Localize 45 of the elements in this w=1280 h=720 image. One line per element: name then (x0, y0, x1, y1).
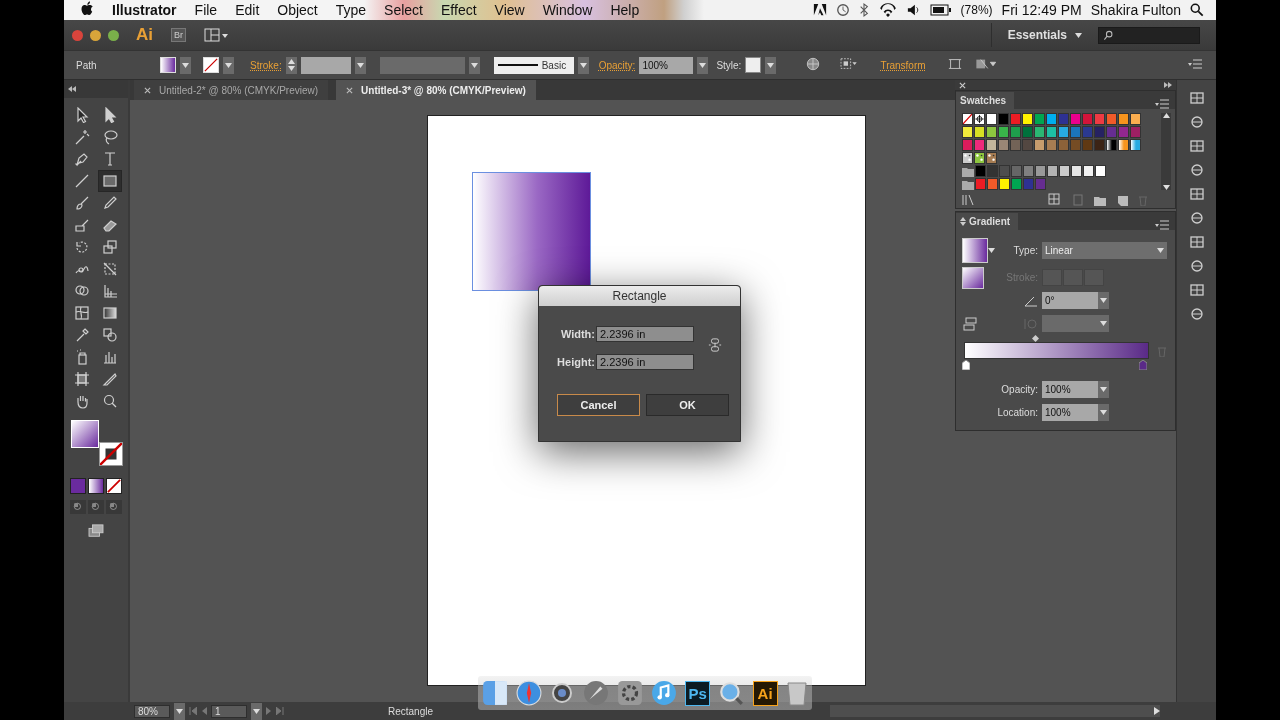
menu-item[interactable]: Type (326, 2, 376, 18)
opacity-field[interactable]: 100% (639, 56, 694, 74)
field-label: Width: (559, 328, 595, 340)
stroke-link[interactable]: Stroke: (250, 59, 282, 71)
menu-item[interactable]: Object (268, 2, 327, 18)
angle-field[interactable]: 0° (1042, 292, 1098, 309)
zoom-field[interactable]: 80% (134, 704, 170, 718)
current-tool-label: Rectangle (388, 705, 434, 717)
menu-item[interactable]: Window (533, 2, 602, 18)
location-label: Location: (997, 407, 1038, 418)
menu-item[interactable]: Help (601, 2, 649, 18)
type-label: Type: (1013, 244, 1038, 256)
menu-item[interactable]: Effect (432, 2, 486, 18)
menu-item[interactable]: Edit (226, 2, 269, 18)
dialog-button[interactable]: Cancel (557, 394, 640, 416)
location-field[interactable]: 100% (1042, 404, 1098, 421)
document-tab[interactable]: Untitled-2* @ 80% (CMYK/Preview) (134, 80, 329, 100)
panel-tab[interactable]: Swatches (956, 92, 1015, 109)
battery-percent: (78%) (960, 3, 993, 17)
dialog-button[interactable]: OK (646, 394, 729, 416)
clock: Fri 12:49 PM (1001, 2, 1082, 18)
field-label: Height: (556, 356, 595, 368)
dimension-field[interactable]: 2.2396 in (596, 326, 694, 342)
bridge-button[interactable]: Br (171, 28, 186, 42)
workspace-switcher[interactable]: Essentials (990, 23, 1090, 47)
dialog-title: Rectangle (539, 286, 740, 306)
selection-label: Path (76, 59, 98, 71)
page-field[interactable]: 1 (211, 704, 247, 718)
stop-opacity-field[interactable]: 100% (1042, 381, 1098, 398)
menu-item[interactable]: View (485, 2, 534, 18)
app-logo: Ai (136, 25, 153, 45)
menu-item[interactable]: File (185, 2, 227, 18)
document-tab[interactable]: Untitled-3* @ 80% (CMYK/Preview) (336, 80, 536, 100)
user-name[interactable]: Shakira Fulton (1090, 2, 1181, 18)
menu-item[interactable]: Select (375, 2, 432, 18)
app-menu[interactable]: Illustrator (108, 2, 186, 18)
transform-link[interactable]: Transform (880, 59, 926, 71)
opacity-label: Opacity: (1001, 384, 1038, 395)
dimension-field[interactable]: 2.2396 in (596, 354, 694, 370)
opacity-link[interactable]: Opacity: (598, 59, 636, 71)
brush-dropdown[interactable]: Basic (493, 56, 574, 74)
panel-tab[interactable]: Gradient (956, 213, 1019, 230)
style-label: Style: (716, 59, 742, 71)
type-dropdown[interactable]: Linear (1042, 241, 1167, 259)
app-dock-icon[interactable]: Ps (685, 680, 711, 706)
